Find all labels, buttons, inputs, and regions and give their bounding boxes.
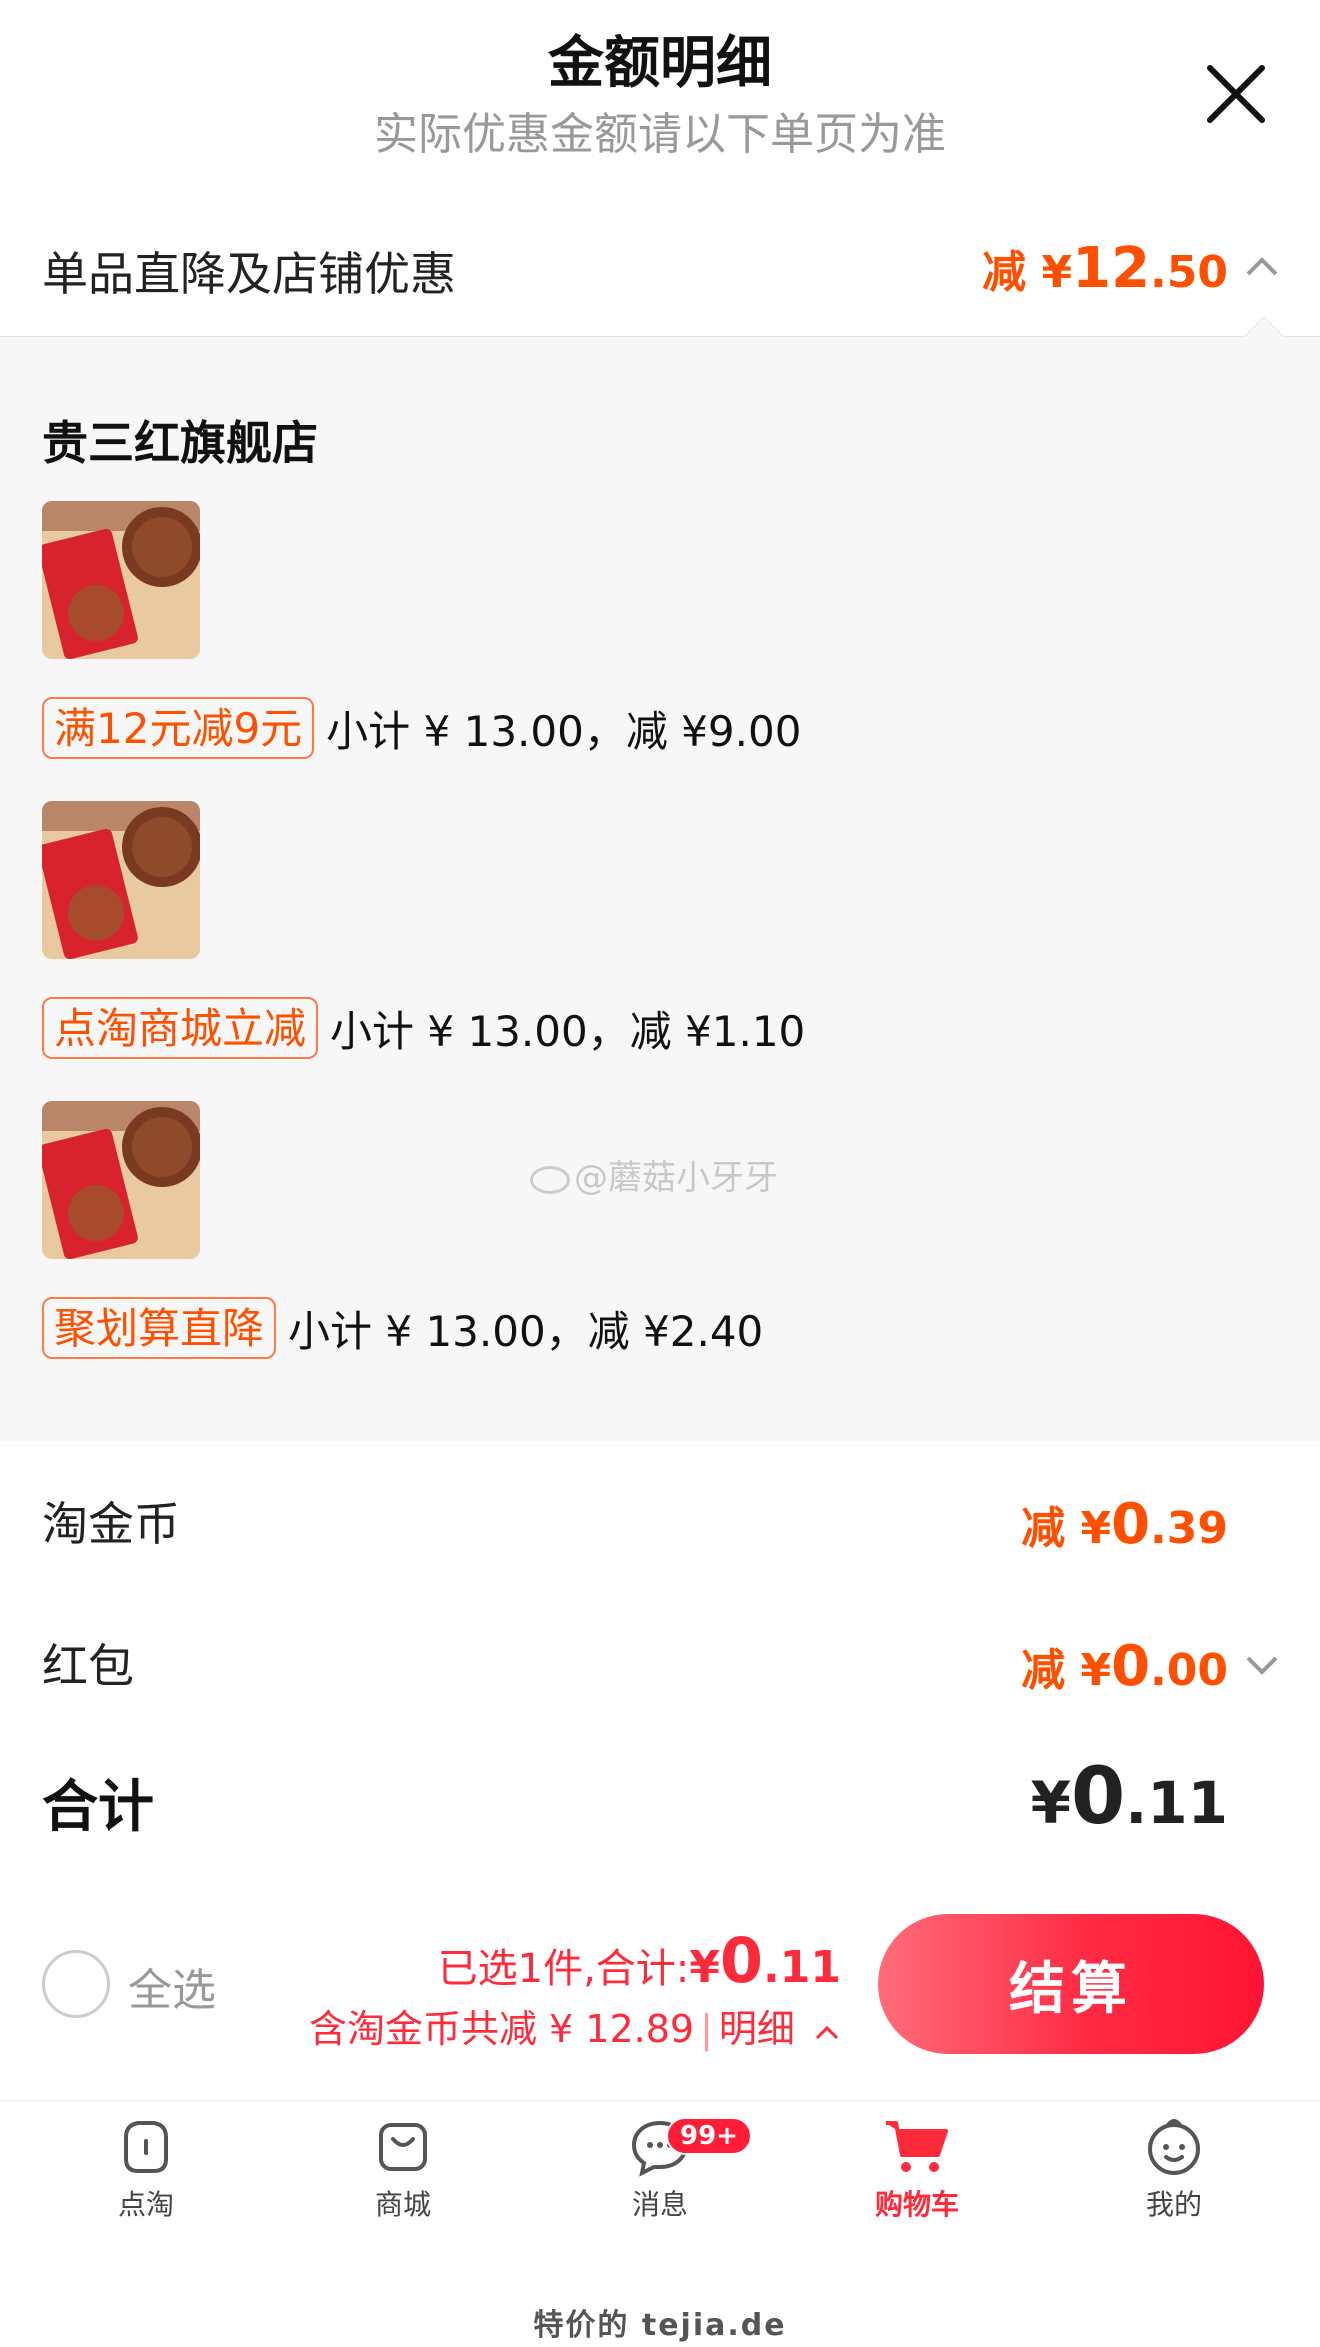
redpacket-value: 减 ¥0.00 bbox=[1021, 1634, 1228, 1699]
weibo-watermark: @蘑菇小牙牙 bbox=[530, 1150, 778, 1199]
sheet-header: 金额明细 实际优惠金额请以下单页为准 bbox=[0, 0, 1320, 190]
promo-tag: 点淘商城立减 bbox=[42, 997, 319, 1059]
select-all-checkbox[interactable] bbox=[42, 1950, 110, 2018]
list-item: 聚划算直降 小计 ¥ 13.00，减 ¥2.40 bbox=[42, 1295, 763, 1361]
tab-messages[interactable]: 消息 99+ bbox=[570, 2115, 752, 2235]
tab-profile[interactable]: 我的 bbox=[1084, 2115, 1264, 2235]
coins-value: 减 ¥0.39 bbox=[1021, 1492, 1228, 1557]
page-subtitle: 实际优惠金额请以下单页为准 bbox=[374, 109, 946, 160]
tab-cart[interactable]: 购物车 bbox=[827, 2115, 1007, 2235]
item-subtotal: 小计 ¥ 13.00，减 ¥9.00 bbox=[326, 706, 802, 756]
chevron-up-icon[interactable] bbox=[1242, 246, 1282, 286]
list-item: 点淘商城立减 小计 ¥ 13.00，减 ¥1.10 bbox=[42, 995, 805, 1061]
coins-label: 淘金币 bbox=[42, 1497, 180, 1551]
checkout-bar: 全选 已选1件,合计:¥0.11 含淘金币共减 ¥ 12.89 | 明细 结算 bbox=[0, 1890, 1320, 2100]
coins-row: 淘金币 减 ¥0.39 bbox=[0, 1448, 1320, 1588]
promo-tag: 满12元减9元 bbox=[42, 697, 315, 759]
list-item: 满12元减9元 小计 ¥ 13.00，减 ¥9.00 bbox=[42, 695, 801, 761]
product-thumbnail[interactable] bbox=[42, 501, 200, 659]
diantao-icon bbox=[124, 2121, 168, 2173]
tab-label: 购物车 bbox=[874, 2188, 959, 2221]
details-link[interactable]: 明细 bbox=[719, 2007, 795, 2051]
savings-summary[interactable]: 含淘金币共减 ¥ 12.89 | 明细 bbox=[309, 1998, 841, 2053]
cart-icon bbox=[886, 2121, 948, 2172]
product-thumbnail[interactable] bbox=[42, 801, 200, 959]
total-value: ¥0.11 bbox=[1030, 1752, 1228, 1842]
tab-label: 商城 bbox=[374, 2188, 431, 2221]
weibo-icon bbox=[530, 1165, 570, 1194]
savings-text: 含淘金币共减 ¥ 12.89 bbox=[308, 2007, 695, 2051]
redpacket-label: 红包 bbox=[42, 1639, 134, 1693]
promo-tag: 聚划算直降 bbox=[42, 1297, 277, 1359]
profile-icon bbox=[1148, 2119, 1200, 2175]
site-watermark: 特价的 tejia.de bbox=[533, 2308, 787, 2343]
close-icon[interactable] bbox=[1200, 58, 1272, 130]
select-all-label[interactable]: 全选 bbox=[128, 1954, 216, 2018]
chevron-down-icon[interactable] bbox=[1242, 1644, 1282, 1684]
tab-label: 我的 bbox=[1145, 2188, 1202, 2221]
discount-section-value: 减 ¥12.50 bbox=[982, 236, 1228, 301]
mall-bag-icon bbox=[379, 2123, 427, 2171]
tab-diantao[interactable]: 点淘 bbox=[56, 2115, 236, 2235]
discount-detail-panel: 贵三红旗舰店 满12元减9元 小计 ¥ 13.00，减 ¥9.00 点淘商城立减… bbox=[0, 337, 1320, 1441]
selected-summary: 已选1件,合计:¥0.11 bbox=[437, 1924, 841, 1997]
tab-label: 消息 bbox=[631, 2188, 688, 2221]
tab-label: 点淘 bbox=[117, 2188, 174, 2221]
page-title: 金额明细 bbox=[548, 31, 772, 96]
checkout-button[interactable]: 结算 bbox=[878, 1914, 1264, 2054]
discount-section-row[interactable]: 单品直降及店铺优惠 减 ¥12.50 bbox=[0, 196, 1320, 336]
product-thumbnail[interactable] bbox=[42, 1101, 200, 1259]
redpacket-row[interactable]: 红包 减 ¥0.00 bbox=[0, 1590, 1320, 1730]
item-subtotal: 小计 ¥ 13.00，减 ¥2.40 bbox=[288, 1306, 764, 1356]
total-label: 合计 bbox=[42, 1775, 154, 1840]
discount-section-label: 单品直降及店铺优惠 bbox=[42, 247, 456, 301]
item-subtotal: 小计 ¥ 13.00，减 ¥1.10 bbox=[330, 1006, 806, 1056]
chevron-up-icon[interactable] bbox=[813, 2018, 841, 2046]
store-name: 贵三红旗舰店 bbox=[42, 416, 318, 470]
notification-badge: 99+ bbox=[666, 2117, 752, 2155]
tab-mall[interactable]: 商城 bbox=[313, 2115, 493, 2235]
